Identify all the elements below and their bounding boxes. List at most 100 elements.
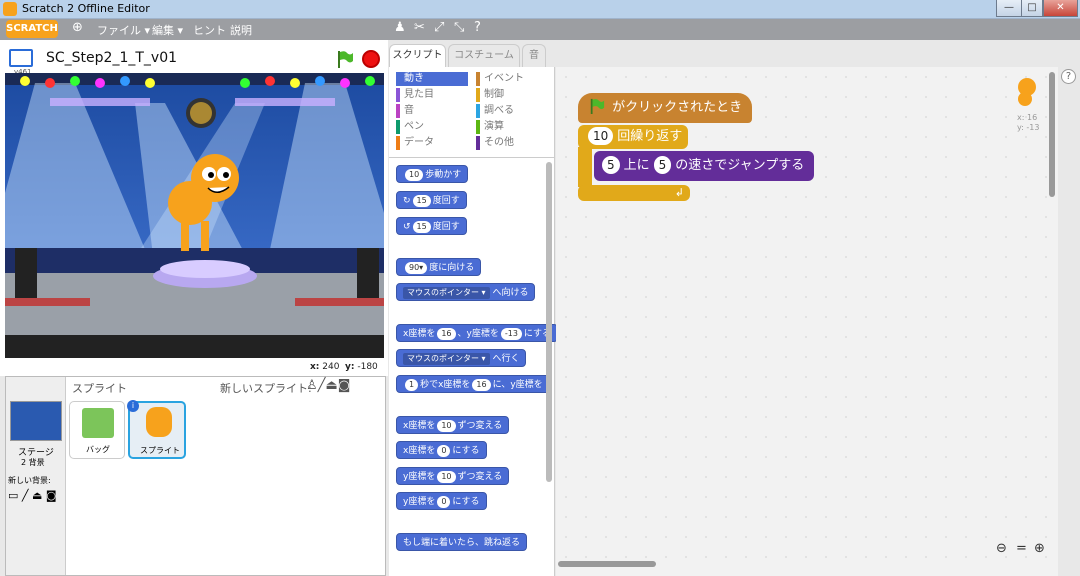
tab-sounds[interactable]: 音 xyxy=(522,44,546,67)
category-8[interactable]: データ xyxy=(396,136,468,150)
green-flag-icon xyxy=(590,98,605,114)
info-icon[interactable]: i xyxy=(127,400,139,412)
block-turn-right[interactable]: ↻ 15 度回す xyxy=(396,191,467,209)
sprite-x: x: 16 xyxy=(1017,113,1038,122)
category-color-bar xyxy=(476,88,480,102)
category-7[interactable]: 演算 xyxy=(476,120,548,134)
block-move[interactable]: 10 歩動かす xyxy=(396,165,469,183)
category-1[interactable]: イベント xyxy=(476,72,548,86)
category-5[interactable]: 調べる xyxy=(476,104,548,118)
when-flag-clicked-block[interactable]: がクリックされたとき xyxy=(578,93,753,123)
category-label: 音 xyxy=(404,105,414,116)
category-color-bar xyxy=(396,72,400,86)
globe-icon[interactable]: ⊕ xyxy=(72,20,83,35)
stage-thumbnail[interactable] xyxy=(10,401,62,441)
category-2[interactable]: 見た目 xyxy=(396,88,468,102)
block-bounce[interactable]: もし端に着いたら、跳ね返る xyxy=(396,533,528,551)
palette-scrollbar[interactable] xyxy=(546,162,552,482)
script-horizontal-scrollbar[interactable] xyxy=(558,561,656,567)
menu-hint[interactable]: ヒント xyxy=(193,22,226,38)
stage-canvas[interactable] xyxy=(5,73,384,358)
menu-edit[interactable]: 編集 ▾ xyxy=(152,22,183,38)
new-backdrop-label: 新しい背景: xyxy=(8,476,51,485)
category-label: その他 xyxy=(484,137,514,148)
script-area[interactable]: がクリックされたとき 10 回繰り返す ↲ 5 上に 5 の速さでジャンプする x: 1… xyxy=(556,67,1058,576)
backdrop-tools-icon[interactable]: ▭ ╱ ⏏ ◙ xyxy=(8,489,57,502)
sprites-header: スプライト xyxy=(72,382,127,395)
sprite-item-bag[interactable]: バッグ xyxy=(69,401,125,459)
jump-block[interactable]: 5 上に 5 の速さでジャンプする xyxy=(594,151,815,181)
sprite-panel: ステージ 2 背景 新しい背景: ▭ ╱ ⏏ ◙ スプライト 新しいスプライト:… xyxy=(5,376,386,576)
delete-scissors-icon[interactable]: ✂ xyxy=(414,20,425,35)
editor-tabs: スクリプト コスチューム 音 xyxy=(389,40,1080,67)
category-label: イベント xyxy=(484,73,524,84)
category-color-bar xyxy=(476,120,480,134)
sprite-label-sprite: スプライト xyxy=(140,446,180,455)
block-goto[interactable]: マウスのポインター ▾ へ行く xyxy=(396,349,527,367)
tab-scripts[interactable]: スクリプト xyxy=(389,44,446,67)
zoom-in-icon[interactable]: ⊕ xyxy=(1034,541,1045,556)
menubar: SCRATCH ⊕ ファイル ▾ 編集 ▾ ヒント 説明 ♟ ✂ ⤢ ⤡ ? xyxy=(0,19,1080,40)
block-turn-left[interactable]: ↺ 15 度回す xyxy=(396,217,467,235)
project-title[interactable]: SC_Step2_1_T_v01 xyxy=(46,50,177,66)
category-0[interactable]: 動き xyxy=(396,72,468,86)
block-palette: 動き イベント 見た目 制御音調べる ペン 演算 データ その他 10 歩動かす ↻ 15 度回す … xyxy=(389,67,559,576)
close-button[interactable]: ✕ xyxy=(1043,0,1078,17)
script-vertical-scrollbar[interactable] xyxy=(1049,72,1055,197)
block-point-towards[interactable]: マウスのポインター ▾ へ向ける xyxy=(396,283,536,301)
category-3[interactable]: 制御 xyxy=(476,88,548,102)
help-icon[interactable]: ? xyxy=(1061,69,1076,84)
shrink-icon[interactable]: ⤡ xyxy=(454,20,464,35)
minimize-button[interactable]: — xyxy=(996,0,1022,17)
stage-scene xyxy=(5,73,384,358)
new-sprite-label: 新しいスプライト: xyxy=(220,382,312,395)
zoom-out-icon[interactable]: ⊖ xyxy=(996,541,1007,556)
mouse-x-label: x: 240 xyxy=(310,362,340,372)
cat-thumbnail xyxy=(146,407,172,437)
category-label: 見た目 xyxy=(404,89,434,100)
mouse-y-label: y: -180 xyxy=(345,362,378,372)
help-icon[interactable]: ? xyxy=(474,20,481,35)
bag-thumbnail xyxy=(82,408,114,438)
block-set-y[interactable]: y座標を 0 にする xyxy=(396,492,487,510)
sprite-label-bag: バッグ xyxy=(86,445,110,454)
block-glide[interactable]: 1 秒でx座標を 16 に、y座標を xyxy=(396,375,550,393)
category-label: ペン xyxy=(404,121,424,132)
block-change-x[interactable]: x座標を 10 ずつ変える xyxy=(396,416,510,434)
new-sprite-tools-icon[interactable]: ♙╱⏏◙ xyxy=(306,378,350,393)
zoom-reset-icon[interactable]: = xyxy=(1016,541,1027,556)
sprite-corner-thumbnail xyxy=(1018,78,1036,106)
stop-button[interactable] xyxy=(362,50,380,68)
duplicate-stamp-icon[interactable]: ♟ xyxy=(394,20,406,35)
window-titlebar: Scratch 2 Offline Editor — □ ✕ xyxy=(0,0,1080,19)
category-color-bar xyxy=(396,120,400,134)
block-change-y[interactable]: y座標を 10 ずつ変える xyxy=(396,467,510,485)
menu-file[interactable]: ファイル ▾ xyxy=(97,22,150,38)
menu-about[interactable]: 説明 xyxy=(230,22,252,38)
green-flag-icon[interactable] xyxy=(337,50,353,68)
scratch-logo[interactable]: SCRATCH xyxy=(6,20,58,38)
sprite-y: y: -13 xyxy=(1017,123,1040,132)
maximize-button[interactable]: □ xyxy=(1021,0,1043,17)
category-label: 制御 xyxy=(484,89,504,100)
block-goto-xy[interactable]: x座標を 16 、y座標を -13 にする xyxy=(396,324,559,342)
tab-costumes[interactable]: コスチューム xyxy=(448,44,520,67)
category-6[interactable]: ペン xyxy=(396,120,468,134)
repeat-footer: ↲ xyxy=(578,185,690,201)
category-color-bar xyxy=(396,104,400,118)
block-point-direction[interactable]: 90▾ 度に向ける xyxy=(396,258,482,276)
category-label: 調べる xyxy=(484,105,514,116)
repeat-header: 10 回繰り返す xyxy=(578,125,689,149)
grow-icon[interactable]: ⤢ xyxy=(434,20,444,35)
stage-mode-button[interactable] xyxy=(9,49,33,67)
app-icon xyxy=(3,2,17,16)
repeat-arrow-icon: ↲ xyxy=(674,186,684,199)
category-9[interactable]: その他 xyxy=(476,136,548,150)
category-color-bar xyxy=(396,88,400,102)
sprite-item-sprite[interactable]: i スプライト xyxy=(127,400,186,459)
block-set-x[interactable]: x座標を 0 にする xyxy=(396,441,487,459)
category-color-bar xyxy=(476,72,480,86)
category-4[interactable]: 音 xyxy=(396,104,468,118)
window-title: Scratch 2 Offline Editor xyxy=(22,2,150,15)
category-color-bar xyxy=(396,136,400,150)
